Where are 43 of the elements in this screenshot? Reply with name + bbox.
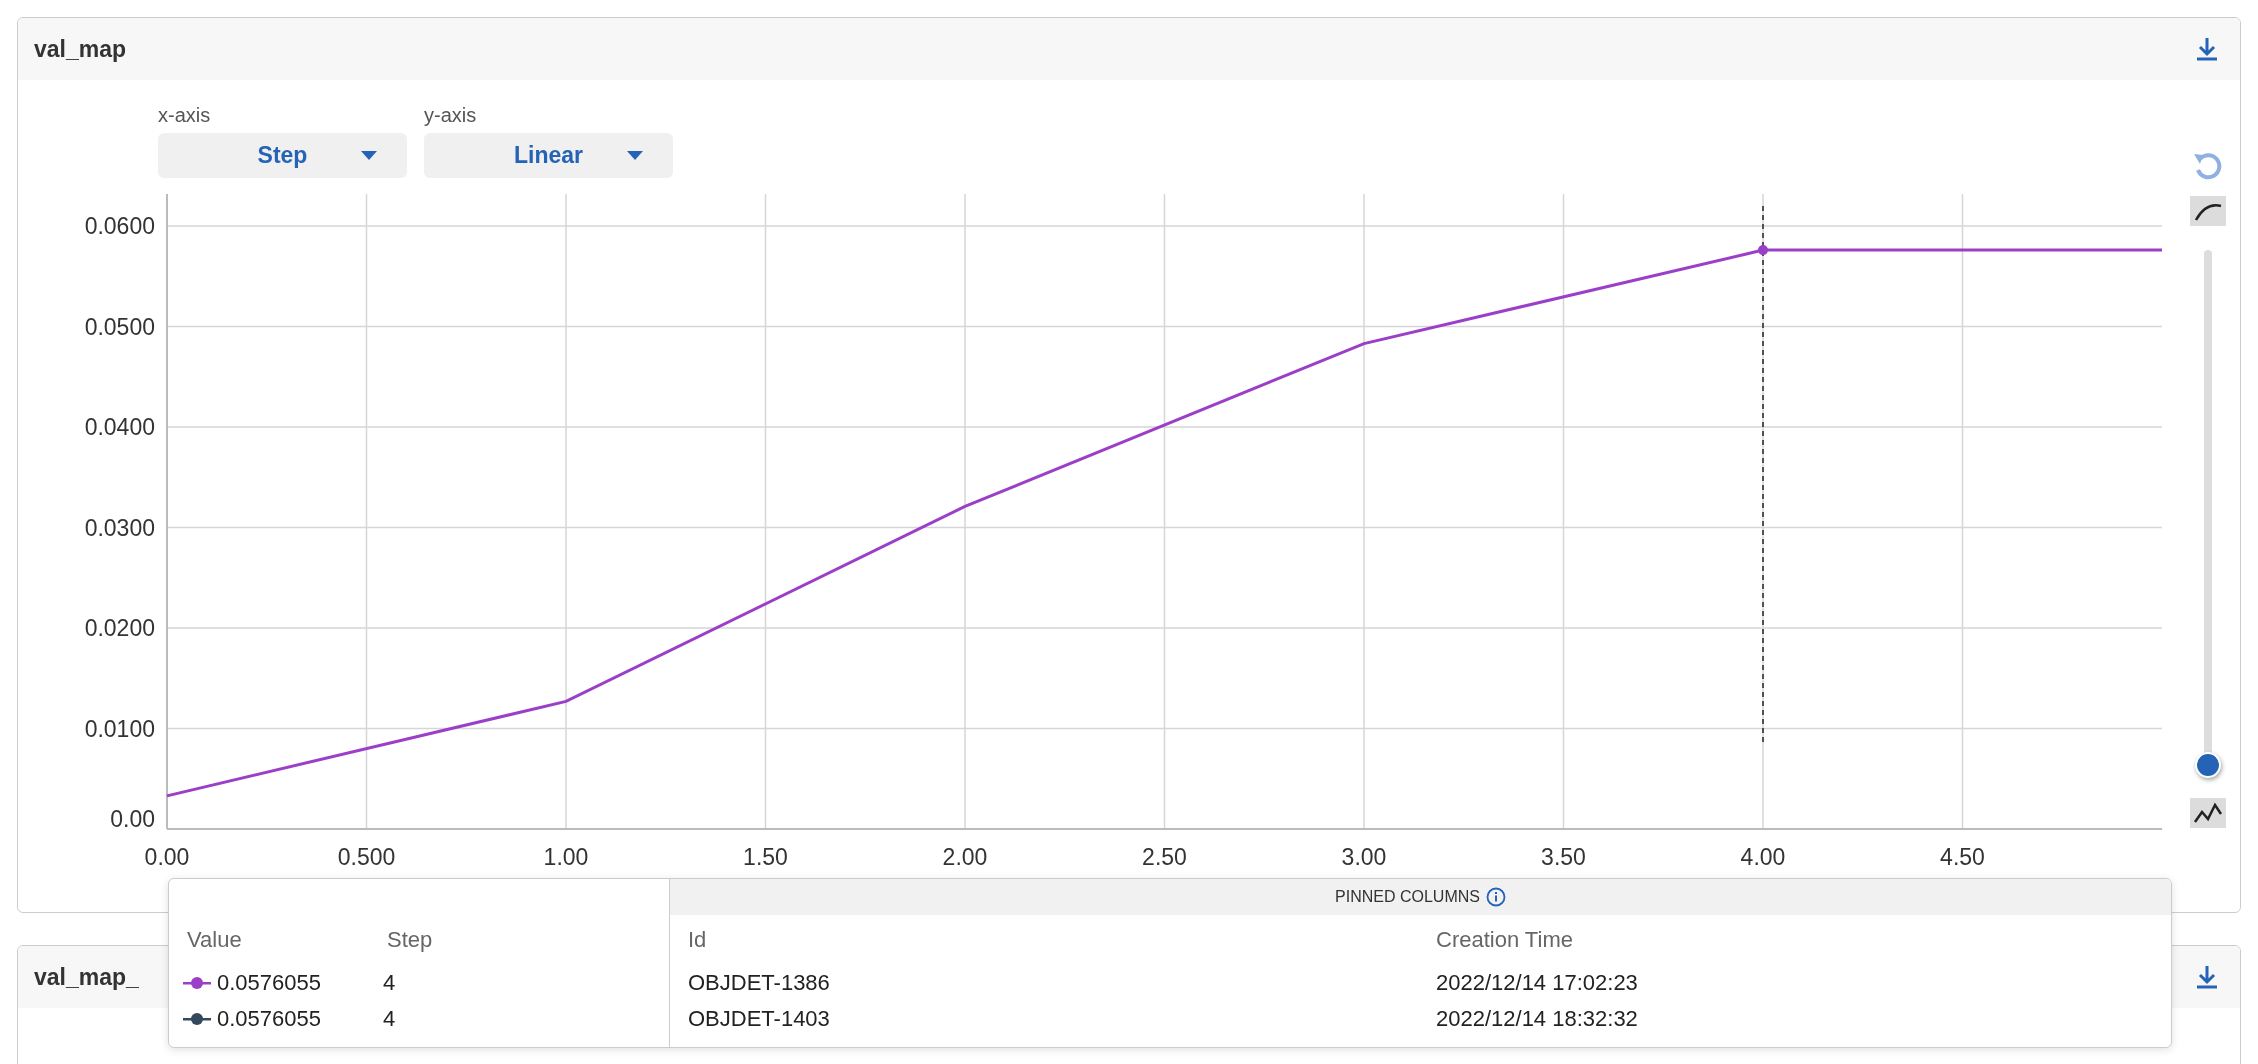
y-axis-label: y-axis [424, 104, 478, 127]
x-axis-dropdown[interactable]: Step [158, 133, 407, 178]
y-tick-label: 0.0200 [84, 615, 155, 641]
x-tick-label: 1.00 [543, 844, 589, 870]
x-tick-label: 3.00 [1341, 844, 1387, 870]
y-tick-label: 0.0100 [84, 715, 155, 742]
column-header: Step [387, 927, 434, 953]
value-cell: 0.0576055 [217, 970, 321, 996]
x-tick-label: 4.50 [1940, 844, 1985, 870]
slider-thumb[interactable] [2195, 752, 2221, 778]
step-cell-text: 4 [383, 1006, 397, 1032]
smooth-curve-icon[interactable] [2190, 196, 2226, 226]
step-cell-text: 4 [383, 970, 397, 996]
y-tick-label: 0.0600 [84, 213, 155, 239]
pinned-columns-label: PINNED COLUMNS [1335, 888, 1480, 906]
id-cell-text: OBJDET-1403 [688, 1006, 831, 1032]
x-tick-label: 0.00 [144, 844, 190, 870]
time-cell: 2022/12/14 18:32:32 [1436, 1006, 1638, 1032]
y-tick-label: 0.0300 [84, 514, 155, 541]
caret-icon [361, 151, 377, 161]
y-axis-dropdown[interactable]: Linear [424, 133, 673, 178]
info-icon[interactable] [1485, 887, 1506, 907]
x-tick-label: 3.50 [1541, 844, 1586, 870]
y-tick-label: 0.0400 [84, 414, 155, 440]
column-header: Id [688, 927, 708, 953]
time-cell: 2022/12/14 17:02:23 [1436, 970, 1638, 996]
caret-icon [627, 151, 643, 161]
column-header: Creation Time [1436, 927, 1573, 953]
x-tick-label: 0.500 [337, 844, 396, 870]
x-tick-label: 1.50 [743, 844, 788, 870]
panel-title: val_map [34, 35, 127, 63]
download-icon[interactable] [2194, 964, 2220, 990]
id-cell-text: OBJDET-1386 [688, 970, 831, 996]
x-tick-label: 4.00 [1740, 844, 1786, 870]
column-header: Value [187, 927, 243, 953]
y-tick-label: 0.0500 [84, 313, 155, 340]
panel-title: val_map_ [34, 963, 139, 991]
y-tick-label: 0.00 [110, 806, 155, 832]
value-cell: 0.0576055 [217, 1006, 321, 1032]
download-icon[interactable] [2194, 36, 2220, 62]
x-tick-label: 2.00 [942, 844, 988, 870]
x-tick-label: 2.50 [1142, 844, 1187, 870]
x-axis-label: x-axis [158, 104, 212, 127]
